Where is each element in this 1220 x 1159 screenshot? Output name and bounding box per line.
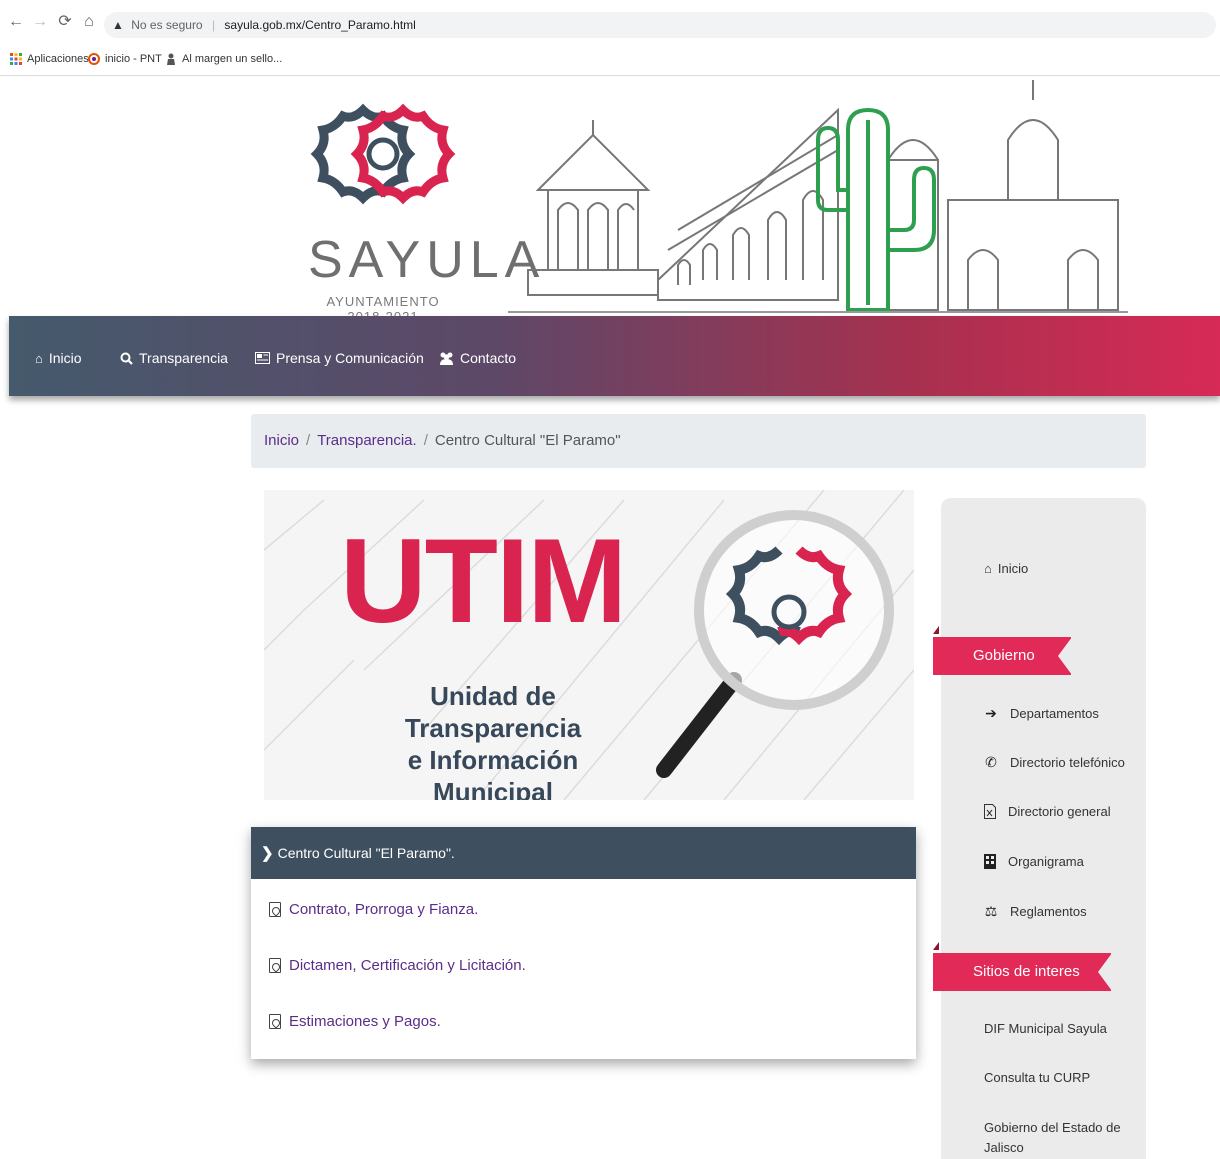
- users-icon: [440, 352, 453, 365]
- sidebar-item-label: Organigrama: [1008, 854, 1084, 869]
- person-icon: [167, 53, 175, 65]
- breadcrumb-current: Centro Cultural "El Paramo": [434, 432, 621, 449]
- back-icon[interactable]: ←: [6, 12, 26, 32]
- document-label: Estimaciones y Pagos.: [289, 1013, 441, 1030]
- nav-inicio[interactable]: ⌂ Inicio: [35, 350, 82, 366]
- pdf-file-icon: [269, 958, 281, 973]
- sidebar-item-label: Directorio general: [1008, 804, 1111, 819]
- apps-grid-icon: [10, 53, 22, 65]
- search-icon: [120, 352, 133, 365]
- sidebar-link-dif[interactable]: DIF Municipal Sayula: [984, 1019, 1124, 1039]
- bookmark-label: inicio - PNT: [105, 53, 162, 65]
- chevron-right-icon: ❯: [261, 845, 274, 862]
- phone-icon: ✆: [985, 754, 997, 770]
- document-label: Dictamen, Certificación y Licitación.: [289, 957, 526, 974]
- panel-header[interactable]: ❯ Centro Cultural "El Paramo".: [251, 827, 916, 879]
- security-label: No es seguro: [131, 18, 203, 32]
- panel-title: Centro Cultural "El Paramo".: [277, 845, 455, 861]
- bookmark-label: Al margen un sello...: [182, 53, 283, 65]
- document-link[interactable]: Contrato, Prorroga y Fianza.: [269, 901, 478, 918]
- sidebar-item-directorio-general[interactable]: Directorio general: [984, 804, 1111, 819]
- section-sitios-label: Sitios de interes: [973, 963, 1080, 980]
- main-navigation: ⌂ Inicio Transparencia Prensa y Comunica…: [9, 316, 1220, 396]
- sidebar-link-curp[interactable]: Consulta tu CURP: [984, 1068, 1124, 1088]
- section-sitios: Sitios de interes: [933, 953, 1112, 991]
- documents-panel: ❯ Centro Cultural "El Paramo". Contrato, …: [251, 827, 916, 1059]
- nav-inicio-label: Inicio: [48, 350, 82, 366]
- section-gobierno: Gobierno: [933, 637, 1072, 675]
- sidebar-item-label: Reglamentos: [1010, 904, 1087, 919]
- omnibox-separator: |: [211, 18, 216, 32]
- utim-banner: UTIM Unidad de Transparencia e Informaci…: [264, 490, 914, 800]
- ribbon-fold: [933, 626, 939, 634]
- arrow-right-icon: ➔: [985, 705, 997, 721]
- pdf-file-icon: [269, 902, 281, 917]
- forward-icon[interactable]: →: [30, 12, 50, 32]
- nav-contacto[interactable]: Contacto: [439, 350, 516, 366]
- nav-prensa-label: Prensa y Comunicación: [276, 350, 424, 366]
- ribbon-fold: [933, 942, 939, 950]
- pdf-file-icon: [269, 1014, 281, 1029]
- site-header: SAYULA AYUNTAMIENTO 2018-2021: [268, 80, 1148, 324]
- document-link[interactable]: Estimaciones y Pagos.: [269, 1013, 441, 1030]
- nav-contacto-label: Contacto: [460, 350, 517, 366]
- home-icon: ⌂: [35, 350, 43, 366]
- home-icon: ⌂: [984, 561, 992, 576]
- browser-toolbar: ← → ⟳ ⌂ ▲ No es seguro | sayula.gob.mx/C…: [0, 0, 1220, 48]
- logo-title: SAYULA: [308, 231, 546, 289]
- section-gobierno-label: Gobierno: [973, 647, 1035, 664]
- sidebar-link-gobierno-jalisco[interactable]: Gobierno del Estado de Jalisco: [984, 1118, 1124, 1158]
- sayula-logo[interactable]: SAYULA AYUNTAMIENTO 2018-2021: [308, 90, 546, 324]
- breadcrumb-inicio[interactable]: Inicio: [264, 432, 299, 449]
- url-text: sayula.gob.mx/Centro_Paramo.html: [224, 18, 416, 32]
- nav-prensa[interactable]: Prensa y Comunicación: [255, 350, 424, 366]
- sidebar-inicio-label: Inicio: [997, 561, 1029, 576]
- sidebar-item-inicio[interactable]: ⌂ Inicio: [984, 561, 1028, 576]
- bookmark-label: Aplicaciones: [27, 53, 89, 65]
- bookmark-apps[interactable]: Aplicaciones: [10, 53, 89, 65]
- breadcrumb-transparencia[interactable]: Transparencia.: [317, 432, 417, 449]
- magnifier-emblem-icon: [656, 510, 894, 778]
- sidebar-item-directorio-telefonico[interactable]: ✆ Directorio telefónico: [984, 754, 1125, 771]
- newspaper-icon: [255, 352, 270, 364]
- building-icon: [984, 854, 996, 869]
- utim-subtitle-line2: e Información Municipal: [407, 745, 579, 800]
- sayula-emblem-icon: [310, 103, 456, 205]
- sidebar-item-reglamentos[interactable]: ⚖ Reglamentos: [984, 903, 1087, 920]
- sidebar-item-departamentos[interactable]: ➔ Departamentos: [984, 705, 1099, 722]
- address-bar[interactable]: ▲ No es seguro | sayula.gob.mx/Centro_Pa…: [104, 12, 1216, 38]
- bookmarks-bar: Aplicaciones inicio - PNT Al margen un s…: [0, 48, 1220, 76]
- city-skyline-illustration: [508, 80, 1128, 313]
- home-browser-icon[interactable]: ⌂: [79, 12, 99, 32]
- utim-subtitle-line1: Unidad de Transparencia: [404, 681, 582, 743]
- breadcrumb-separator: /: [306, 432, 311, 449]
- utim-title: UTIM: [340, 514, 627, 648]
- bookmark-sello[interactable]: Al margen un sello...: [165, 53, 282, 65]
- sidebar-item-label: Departamentos: [1010, 706, 1099, 721]
- sidebar-item-organigrama[interactable]: Organigrama: [984, 854, 1084, 869]
- document-link[interactable]: Dictamen, Certificación y Licitación.: [269, 957, 526, 974]
- pnt-logo-icon: [88, 53, 100, 65]
- bookmark-pnt[interactable]: inicio - PNT: [88, 53, 162, 65]
- reload-icon[interactable]: ⟳: [55, 12, 75, 32]
- file-excel-icon: [984, 804, 996, 819]
- warning-icon: ▲: [112, 18, 124, 32]
- nav-transparencia-label: Transparencia: [139, 350, 228, 366]
- breadcrumb-separator: /: [423, 432, 428, 449]
- nav-transparencia[interactable]: Transparencia: [120, 350, 228, 366]
- document-label: Contrato, Prorroga y Fianza.: [289, 901, 479, 918]
- breadcrumb: Inicio / Transparencia. / Centro Cultural "E…: [251, 414, 1146, 468]
- sidebar-item-label: Directorio telefónico: [1010, 755, 1125, 770]
- balance-scale-icon: ⚖: [984, 903, 998, 919]
- utim-subtitle: Unidad de Transparencia e Información Mu…: [348, 680, 638, 800]
- sidebar: [941, 498, 1146, 1159]
